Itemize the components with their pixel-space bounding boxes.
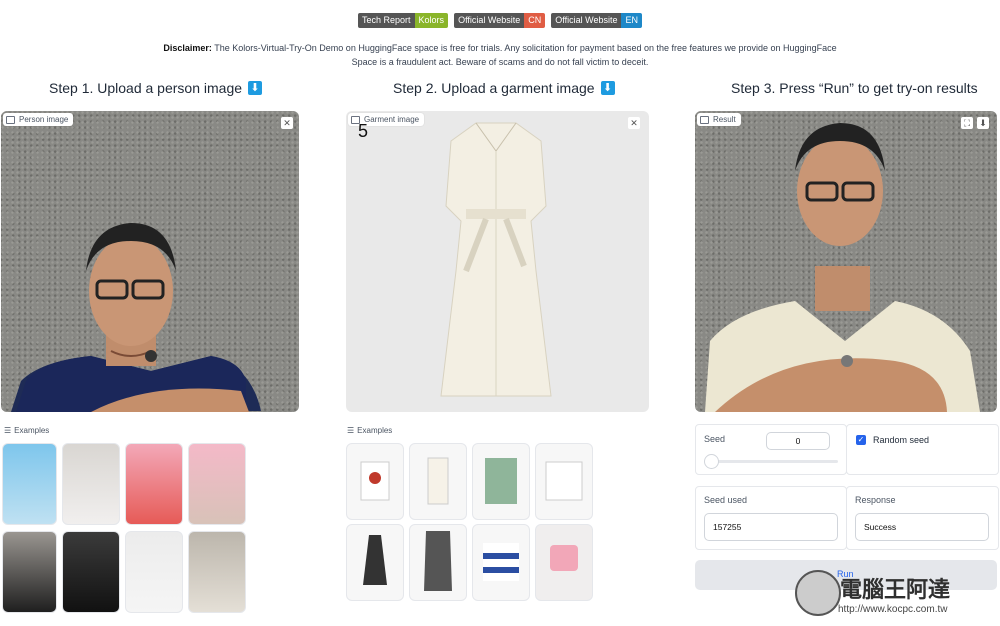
step1-heading: Step 1. Upload a person image ⬇ — [49, 80, 263, 96]
step2-heading: Step 2. Upload a garment image ⬇ — [393, 80, 615, 96]
seed-used-field[interactable]: 157255 — [704, 513, 838, 541]
response-label: Response — [855, 495, 896, 505]
person-clear-close-icon[interactable]: ✕ — [281, 117, 293, 129]
person-photo — [11, 223, 261, 412]
watermark-title: 電腦王阿達 — [840, 578, 951, 603]
image-icon — [700, 115, 709, 124]
person-image-label: Person image — [3, 113, 74, 126]
garment-example-5[interactable] — [346, 524, 404, 601]
seed-card: Seed 0 — [695, 424, 847, 475]
person-image-upload[interactable]: Person image ✕ — [1, 111, 299, 412]
garment-example-8[interactable] — [535, 524, 593, 601]
seed-slider-handle[interactable] — [704, 454, 719, 469]
person-example-5[interactable] — [2, 531, 57, 613]
step3-heading: Step 3. Press “Run” to get try-on result… — [731, 80, 978, 96]
seed-used-label: Seed used — [704, 495, 748, 505]
garment-example-4[interactable] — [535, 443, 593, 520]
list-icon: ☰ — [4, 426, 12, 435]
person-example-4[interactable] — [188, 443, 246, 525]
random-seed-checkbox[interactable]: ✓ — [856, 435, 866, 445]
result-image: Result ⛶ ⬇ — [695, 111, 997, 412]
badge-row: Tech Report Kolors Official Website CN O… — [0, 13, 1000, 28]
download-result-icon[interactable]: ⬇ — [977, 117, 989, 129]
watermark-logo-icon — [795, 570, 841, 616]
seed-label: Seed — [704, 434, 726, 444]
garment-example-2[interactable] — [409, 443, 467, 520]
list-icon: ☰ — [347, 426, 355, 435]
result-label: Result — [697, 113, 741, 126]
official-website-cn-badge[interactable]: Official Website CN — [454, 13, 546, 28]
person-example-1[interactable] — [2, 443, 57, 525]
official-website-en-badge[interactable]: Official Website EN — [551, 13, 642, 28]
result-photo — [705, 123, 980, 412]
random-seed-label: Random seed — [873, 435, 930, 445]
garment-example-3[interactable] — [472, 443, 530, 520]
garment-clear-close-icon[interactable]: ✕ — [628, 117, 640, 129]
download-icon: ⬇ — [248, 81, 263, 95]
person-examples-label: ☰ Examples — [4, 426, 50, 435]
download-icon: ⬇ — [600, 81, 615, 95]
person-example-3[interactable] — [125, 443, 183, 525]
garment-examples-label: ☰ Examples — [347, 426, 393, 435]
person-example-6[interactable] — [62, 531, 120, 613]
image-icon — [6, 115, 15, 124]
garment-photo — [440, 122, 552, 397]
garment-image-upload[interactable]: Garment image 5 ✕ — [346, 111, 649, 412]
fullscreen-icon[interactable]: ⛶ — [961, 117, 973, 129]
response-card: Response Success — [846, 486, 999, 550]
seed-slider-track[interactable] — [706, 460, 838, 463]
person-example-7[interactable] — [125, 531, 183, 613]
response-field[interactable]: Success — [855, 513, 989, 541]
person-example-2[interactable] — [62, 443, 120, 525]
garment-example-1[interactable] — [346, 443, 404, 520]
garment-example-7[interactable] — [472, 524, 530, 601]
person-example-8[interactable] — [188, 531, 246, 613]
disclaimer: Disclaimer: The Kolors-Virtual-Try-On De… — [163, 43, 837, 67]
seed-input[interactable]: 0 — [766, 432, 830, 450]
garment-number: 5 — [358, 121, 369, 141]
garment-example-6[interactable] — [409, 524, 467, 601]
random-seed-card: ✓ Random seed — [846, 424, 999, 475]
watermark-url: http://www.kocpc.com.tw — [838, 604, 948, 615]
tech-report-badge[interactable]: Tech Report Kolors — [358, 13, 449, 28]
seed-used-card: Seed used 157255 — [695, 486, 847, 550]
